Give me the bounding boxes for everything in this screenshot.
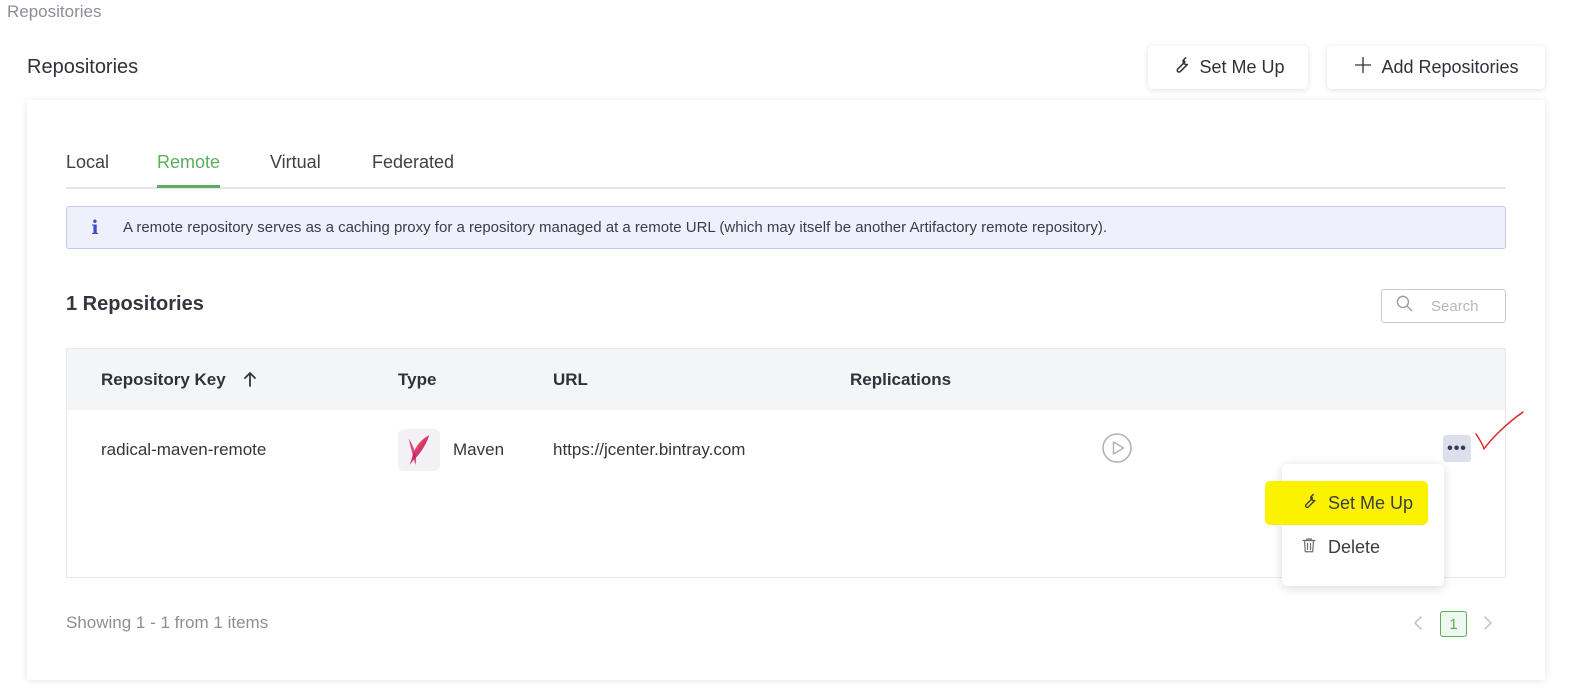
- info-banner: i A remote repository serves as a cachin…: [66, 206, 1506, 249]
- set-me-up-button[interactable]: Set Me Up: [1148, 46, 1308, 89]
- tab-bar: Local Remote Virtual Federated: [66, 152, 1506, 189]
- info-icon: i: [91, 216, 99, 239]
- column-header-repository-key[interactable]: Repository Key: [101, 370, 226, 390]
- checkmark-annotation: [1475, 411, 1524, 450]
- trash-icon: [1300, 536, 1318, 559]
- maven-icon: [398, 429, 440, 471]
- repositories-card: Local Remote Virtual Federated i A remot…: [27, 100, 1545, 680]
- pagination-page-current[interactable]: 1: [1440, 611, 1467, 637]
- tab-virtual[interactable]: Virtual: [270, 152, 321, 185]
- add-repositories-button[interactable]: Add Repositories: [1327, 46, 1545, 89]
- row-actions-button[interactable]: •••: [1443, 435, 1471, 462]
- column-header-type[interactable]: Type: [398, 370, 436, 390]
- repositories-count: 1 Repositories: [66, 293, 204, 315]
- menu-item-label: Delete: [1328, 536, 1381, 557]
- menu-item-set-me-up[interactable]: Set Me Up: [1265, 481, 1428, 525]
- type-cell: Maven: [453, 440, 505, 459]
- column-header-replications[interactable]: Replications: [850, 370, 951, 390]
- breadcrumb[interactable]: Repositories: [7, 2, 102, 22]
- tab-local[interactable]: Local: [66, 152, 109, 185]
- info-text: A remote repository serves as a caching …: [123, 219, 1108, 236]
- sort-ascending-icon[interactable]: [242, 370, 258, 388]
- tab-remote[interactable]: Remote: [157, 152, 221, 188]
- showing-items-text: Showing 1 - 1 from 1 items: [66, 613, 269, 632]
- menu-item-delete[interactable]: Delete: [1265, 525, 1428, 569]
- chevron-right-icon[interactable]: [1482, 614, 1494, 632]
- repository-key-cell[interactable]: radical-maven-remote: [101, 440, 266, 460]
- search-box[interactable]: [1381, 289, 1506, 323]
- search-input[interactable]: [1431, 297, 1501, 315]
- tab-federated[interactable]: Federated: [372, 152, 454, 185]
- set-me-up-label: Set Me Up: [1199, 57, 1285, 77]
- table-header: Repository Key Type URL Replications: [67, 349, 1505, 410]
- wrench-icon: [1171, 55, 1191, 80]
- row-context-menu: Set Me Up Delete: [1265, 464, 1444, 586]
- url-cell: https://jcenter.bintray.com: [553, 440, 746, 459]
- column-header-url[interactable]: URL: [553, 370, 588, 390]
- chevron-left-icon[interactable]: [1412, 614, 1424, 632]
- page-title: Repositories: [27, 56, 139, 78]
- search-icon: [1395, 294, 1414, 318]
- play-icon[interactable]: [1101, 432, 1133, 464]
- add-repositories-label: Add Repositories: [1381, 57, 1519, 77]
- menu-item-label: Set Me Up: [1328, 492, 1414, 513]
- plus-icon: [1353, 55, 1373, 80]
- wrench-icon: [1300, 492, 1318, 515]
